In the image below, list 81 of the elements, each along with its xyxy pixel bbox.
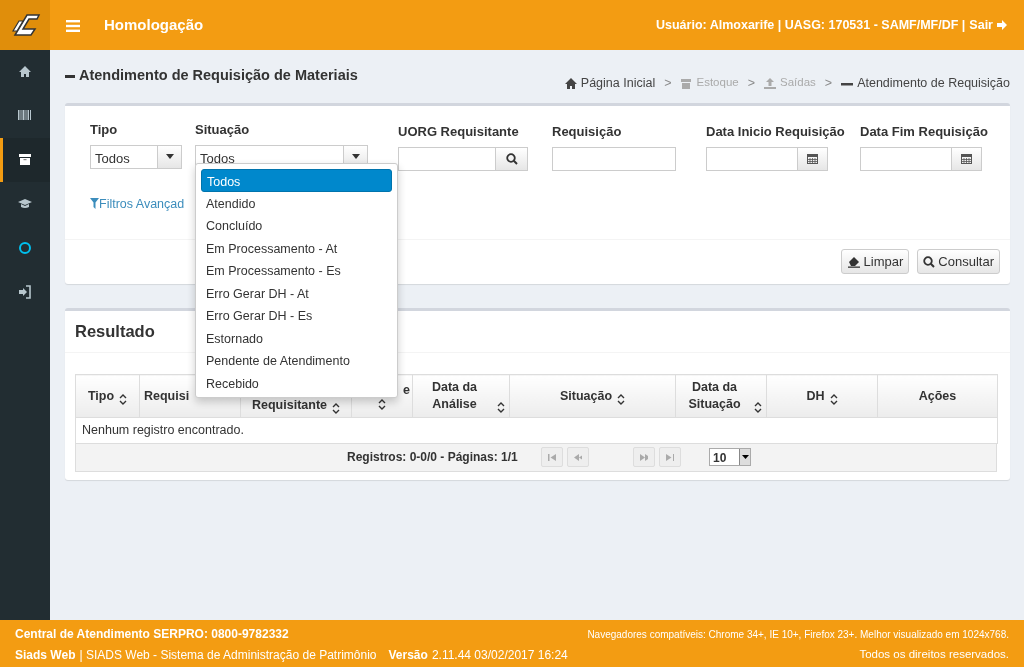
app-name: Siads Web xyxy=(15,647,76,664)
breadcrumb-separator: > xyxy=(664,74,672,92)
app-description: | SIADS Web - Sistema de Administração de Patrimônio xyxy=(79,647,377,664)
date-input-field[interactable] xyxy=(860,146,952,171)
field-label: Situação xyxy=(195,121,251,139)
archive-icon xyxy=(680,77,693,89)
field-label: UORG Requisitante xyxy=(398,123,520,141)
graduation-cap-icon xyxy=(18,197,32,211)
search-button[interactable] xyxy=(496,146,528,171)
column-header[interactable]: Tipo xyxy=(75,374,140,418)
first-page-button[interactable] xyxy=(541,447,563,468)
caret-icon xyxy=(741,455,749,460)
dropdown-option[interactable]: Em Processamento - Es xyxy=(201,259,392,282)
sign-in-icon xyxy=(18,285,32,299)
dropdown-option[interactable]: Em Processamento - At xyxy=(201,236,392,259)
column-header: Ações xyxy=(877,374,998,418)
empty-message: Nenhum registro encontrado. xyxy=(75,417,998,444)
field-label: Requisição xyxy=(552,123,623,141)
browser-note: Navegadores compatíveis: Chrome 34+, IE 10+, Firefox 23+. Melhor visualizado em 1024x768. xyxy=(587,627,1009,642)
last-page-button[interactable] xyxy=(659,447,681,468)
select-field[interactable]: Todos xyxy=(90,144,182,169)
home-icon xyxy=(564,77,577,89)
dropdown-option[interactable]: Atendido xyxy=(201,191,392,214)
user-info: Usuário: Almoxarife | UASG: 170531 - SAMF/MF/DF | xyxy=(656,16,966,34)
breadcrumb-separator: > xyxy=(824,74,833,92)
column-header[interactable]: Situação xyxy=(509,374,676,418)
field-label: Data Inicio Requisição xyxy=(706,123,846,141)
breadcrumb-separator: > xyxy=(747,74,755,92)
clear-button[interactable]: Limpar xyxy=(840,248,910,275)
column-header[interactable]: DH xyxy=(766,374,878,418)
minus-icon xyxy=(65,74,75,78)
dropdown-option[interactable]: Erro Gerar DH - Es xyxy=(201,304,392,327)
menu-icon xyxy=(66,19,80,32)
breadcrumb-link[interactable]: Página Inicial xyxy=(564,73,656,93)
calendar-button[interactable] xyxy=(798,146,828,171)
search-icon xyxy=(923,255,936,268)
upload-icon xyxy=(764,77,776,89)
last-page-icon xyxy=(666,453,674,461)
app-title: Homologação xyxy=(104,14,204,35)
dropdown-option[interactable]: Pendente de Atendimento xyxy=(201,349,392,372)
text-input-field[interactable] xyxy=(552,146,676,171)
advanced-filters-link[interactable]: Filtros Avançad xyxy=(90,194,185,214)
column-header[interactable]: Data da Situação xyxy=(675,374,767,418)
filter-icon xyxy=(90,198,99,210)
page-title: Atendimento de Requisição de Materiais xyxy=(79,66,358,86)
calendar-button[interactable] xyxy=(952,146,982,171)
previous-page-icon xyxy=(574,453,582,461)
barcode-icon xyxy=(18,109,32,123)
dropdown-option[interactable]: Todos xyxy=(201,169,392,192)
caret-icon xyxy=(165,154,174,159)
archive-icon xyxy=(18,153,32,167)
eraser-icon xyxy=(846,255,861,268)
calendar-icon xyxy=(961,153,972,164)
search-icon xyxy=(505,152,518,165)
dropdown-option[interactable]: Estornado xyxy=(201,326,392,349)
text-input-field[interactable] xyxy=(398,146,496,171)
result-title: Resultado xyxy=(75,322,155,340)
search-button[interactable]: Consultar xyxy=(917,248,1000,275)
field-label: Tipo xyxy=(90,121,119,139)
next-page-button[interactable] xyxy=(633,447,655,468)
rights-text: Todos os direitos reservados. xyxy=(859,647,1009,663)
pager-info: Registros: 0-0/0 - Páginas: 1/1 xyxy=(347,449,519,467)
circle-icon xyxy=(18,241,32,255)
column-header[interactable]: Data da Análise xyxy=(412,374,510,418)
date-input-field[interactable] xyxy=(706,146,798,171)
first-page-icon xyxy=(548,453,556,461)
breadcrumb-link[interactable]: Atendimento de Requisição xyxy=(841,73,1010,93)
support-phone: Central de Atendimento SERPRO: 0800-9782332 xyxy=(15,626,289,643)
page-size-select[interactable]: 10 xyxy=(709,448,751,467)
sidebar-item[interactable] xyxy=(0,138,50,182)
field-label: Data Fim Requisição xyxy=(860,123,989,141)
version-label: Versão xyxy=(388,647,428,664)
next-page-icon xyxy=(640,453,648,461)
home-icon xyxy=(18,65,32,79)
calendar-icon xyxy=(807,153,818,164)
caret-icon xyxy=(351,154,360,159)
version-text: 2.11.44 03/02/2017 16:24 xyxy=(431,647,568,664)
previous-page-button[interactable] xyxy=(567,447,589,468)
dropdown-option[interactable]: Erro Gerar DH - At xyxy=(201,281,392,304)
logout-icon xyxy=(997,20,1008,30)
dropdown-option[interactable]: Concluído xyxy=(201,214,392,237)
